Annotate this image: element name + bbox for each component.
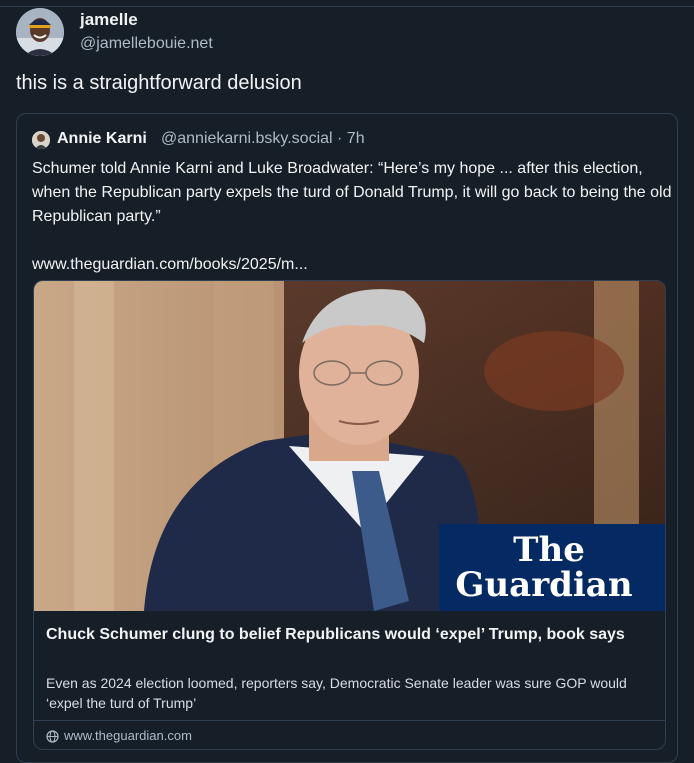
quoted-post[interactable]: Annie Karni @anniekarni.bsky.social · 7h… xyxy=(16,113,678,763)
quoted-author-avatar[interactable] xyxy=(32,131,50,149)
link-card-image: The Guardian xyxy=(34,281,665,611)
quoted-author-name[interactable]: Annie Karni xyxy=(57,130,147,148)
author-avatar[interactable] xyxy=(16,8,64,56)
link-card-description: Even as 2024 election loomed, reporters … xyxy=(46,675,627,711)
author-display-name[interactable]: jamelle xyxy=(80,10,138,30)
globe-icon xyxy=(46,730,59,743)
post[interactable]: jamelle @jamellebouie.net this is a stra… xyxy=(0,0,694,763)
quoted-author-handle-time[interactable]: @anniekarni.bsky.social · 7h xyxy=(161,130,365,148)
author-handle[interactable]: @jamellebouie.net xyxy=(80,35,213,53)
guardian-logo-line1: The xyxy=(513,530,585,570)
link-card-domain[interactable]: www.theguardian.com xyxy=(64,728,192,743)
quoted-post-text: Schumer told Annie Karni and Luke Broadw… xyxy=(32,160,672,273)
guardian-logo-line2: Guardian xyxy=(455,565,632,605)
link-card-title[interactable]: Chuck Schumer clung to belief Republican… xyxy=(46,623,656,647)
link-card-divider xyxy=(34,720,665,721)
link-card[interactable]: The Guardian Chuck Schumer clung to beli… xyxy=(33,280,666,750)
post-text: this is a straightforward delusion xyxy=(16,72,302,94)
